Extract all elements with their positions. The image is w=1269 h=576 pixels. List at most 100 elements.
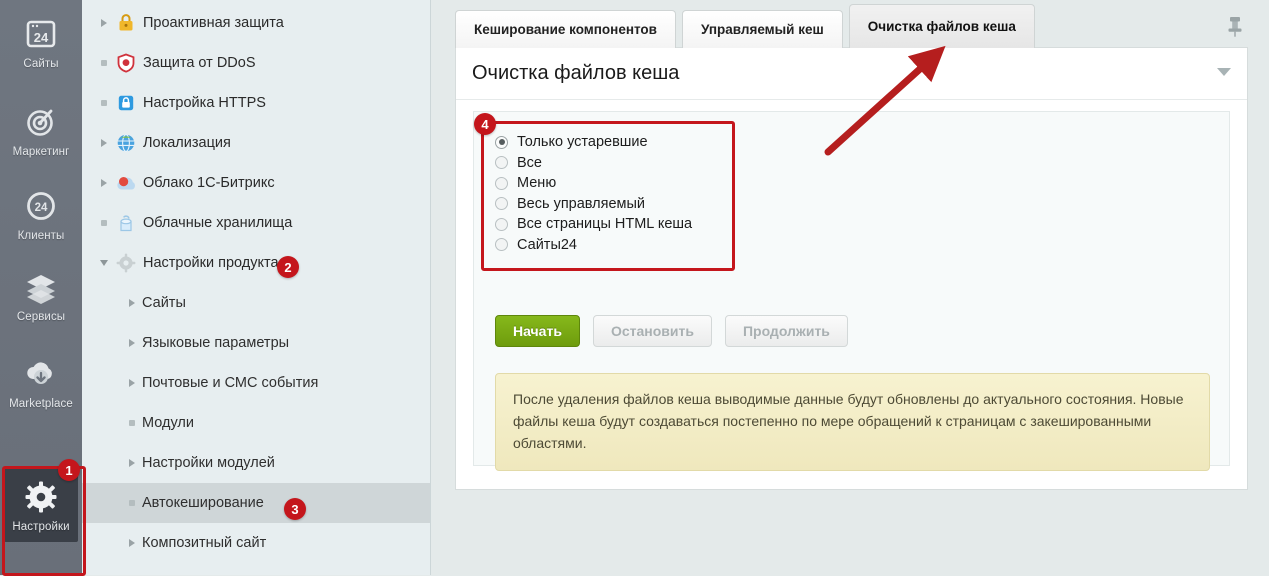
left-icon-rail: 24 Сайты Маркетинг 24 Клиенты Сервисы Marketpl… xyxy=(0,0,82,575)
cloud-storage-icon xyxy=(114,212,138,234)
tree-toggle-icon[interactable] xyxy=(94,19,114,27)
tree-item-label: Настройки продукта xyxy=(143,255,279,271)
tree-item-label: Почтовые и СМС события xyxy=(142,375,318,391)
main-content-area: Кеширование компонентов Управляемый кеш Оч… xyxy=(431,0,1269,575)
tab-2-active[interactable]: Очистка файлов кеша xyxy=(849,4,1035,48)
rail-item-4[interactable]: Marketplace xyxy=(0,345,82,419)
lock-icon xyxy=(114,12,138,34)
info-note-text: После удаления файлов кеша выводимые дан… xyxy=(513,388,1192,454)
tree-item-5[interactable]: Облачные хранилища xyxy=(82,203,430,243)
tab-0[interactable]: Кеширование компонентов xyxy=(455,10,676,48)
action-buttons: Начать Остановить Продолжить xyxy=(495,315,861,347)
tree-item-2[interactable]: Настройка HTTPS xyxy=(82,83,430,123)
tree-item-13[interactable]: Композитный сайт xyxy=(82,523,430,563)
tree-toggle-icon[interactable] xyxy=(122,339,142,347)
radio-button[interactable] xyxy=(495,238,508,251)
tree-item-label: Настройка HTTPS xyxy=(143,95,266,111)
radio-button[interactable] xyxy=(495,136,508,149)
tree-item-11[interactable]: Настройки модулей xyxy=(82,443,430,483)
rail-item-1[interactable]: Маркетинг xyxy=(0,93,82,167)
tree-toggle-icon[interactable] xyxy=(122,459,142,467)
tab-bar: Кеширование компонентов Управляемый кеш Оч… xyxy=(455,8,1041,48)
tree-toggle-icon[interactable] xyxy=(122,420,142,426)
tree-toggle-icon[interactable] xyxy=(122,299,142,307)
radio-label: Меню xyxy=(517,175,556,191)
annotation-badge-2: 2 xyxy=(277,256,299,278)
tab-label: Кеширование компонентов xyxy=(474,22,657,37)
tree-item-label: Облако 1С-Битрикс xyxy=(143,175,275,191)
cache-clear-card: Очистка файлов кеша Только устаревшие Все… xyxy=(455,47,1248,490)
tree-toggle-icon[interactable] xyxy=(94,260,114,266)
tree-toggle-icon[interactable] xyxy=(122,539,142,547)
chevron-down-icon[interactable] xyxy=(1217,68,1231,76)
rail-item-label: Сайты xyxy=(23,58,58,70)
tree-toggle-icon[interactable] xyxy=(94,100,114,106)
radio-label: Все страницы HTML кеша xyxy=(517,216,692,232)
tree-item-4[interactable]: Облако 1С-Битрикс xyxy=(82,163,430,203)
annotation-badge-4: 4 xyxy=(474,113,496,135)
tree-toggle-icon[interactable] xyxy=(122,379,142,387)
tree-item-label: Защита от DDoS xyxy=(143,55,256,71)
button-0[interactable]: Начать xyxy=(495,315,580,347)
card-header: Очистка файлов кеша xyxy=(456,48,1247,100)
radio-option-2[interactable]: Меню xyxy=(495,173,692,194)
svg-text:24: 24 xyxy=(35,202,48,214)
tree-item-label: Проактивная защита xyxy=(143,15,284,31)
tree-item-10[interactable]: Модули xyxy=(82,403,430,443)
radio-label: Все xyxy=(517,155,542,171)
https-lock-icon xyxy=(114,92,138,114)
radio-option-5[interactable]: Сайты24 xyxy=(495,235,692,256)
card-inner-panel: Только устаревшие Все Меню Весь управляемый… xyxy=(473,111,1230,466)
rail-item-0[interactable]: 24 Сайты xyxy=(0,5,82,79)
tab-1[interactable]: Управляемый кеш xyxy=(682,10,843,48)
rail-item-label: Клиенты xyxy=(18,230,65,242)
tree-item-label: Облачные хранилища xyxy=(143,215,292,231)
radio-label: Только устаревшие xyxy=(517,134,648,150)
settings-tree-panel: Проактивная защита Защита от DDoS Настройк… xyxy=(82,0,431,575)
radio-option-0[interactable]: Только устаревшие xyxy=(495,132,692,153)
marketing-target-icon xyxy=(20,101,62,143)
radio-button[interactable] xyxy=(495,156,508,169)
tree-item-3[interactable]: Локализация xyxy=(82,123,430,163)
tab-label: Управляемый кеш xyxy=(701,22,824,37)
radio-button[interactable] xyxy=(495,197,508,210)
radio-button[interactable] xyxy=(495,177,508,190)
tree-item-9[interactable]: Почтовые и СМС события xyxy=(82,363,430,403)
button-1: Остановить xyxy=(593,315,712,347)
button-label: Продолжить xyxy=(743,323,830,339)
tree-item-8[interactable]: Языковые параметры xyxy=(82,323,430,363)
shield-icon xyxy=(114,52,138,74)
radio-option-1[interactable]: Все xyxy=(495,153,692,174)
tree-item-label: Локализация xyxy=(143,135,231,151)
tree-toggle-icon[interactable] xyxy=(94,179,114,187)
rail-item-label: Маркетинг xyxy=(13,146,70,158)
settings-gear-icon xyxy=(20,476,62,518)
tree-item-label: Сайты xyxy=(142,295,186,311)
sites-24-icon: 24 xyxy=(20,13,62,55)
page-title: Очистка файлов кеша xyxy=(472,62,679,85)
tree-toggle-icon[interactable] xyxy=(122,500,142,506)
tree-item-1[interactable]: Защита от DDoS xyxy=(82,43,430,83)
rail-item-label: Marketplace xyxy=(9,398,73,410)
radio-label: Весь управляемый xyxy=(517,196,645,212)
tree-toggle-icon[interactable] xyxy=(94,139,114,147)
tree-item-0[interactable]: Проактивная защита xyxy=(82,3,430,43)
radio-option-4[interactable]: Все страницы HTML кеша xyxy=(495,214,692,235)
tree-item-12[interactable]: Автокеширование xyxy=(82,483,430,523)
tree-item-7[interactable]: Сайты xyxy=(82,283,430,323)
rail-item-2[interactable]: 24 Клиенты xyxy=(0,177,82,251)
pushpin-icon[interactable] xyxy=(1224,14,1246,38)
product-gear-icon xyxy=(114,252,138,274)
clients-24-icon: 24 xyxy=(20,185,62,227)
tree-item-label: Автокеширование xyxy=(142,495,264,511)
tab-label: Очистка файлов кеша xyxy=(868,19,1016,34)
tree-item-6[interactable]: Настройки продукта xyxy=(82,243,430,283)
tree-item-label: Настройки модулей xyxy=(142,455,275,471)
annotation-badge-3: 3 xyxy=(284,498,306,520)
tree-item-label: Языковые параметры xyxy=(142,335,289,351)
radio-button[interactable] xyxy=(495,218,508,231)
tree-toggle-icon[interactable] xyxy=(94,220,114,226)
tree-toggle-icon[interactable] xyxy=(94,60,114,66)
rail-item-3[interactable]: Сервисы xyxy=(0,258,82,332)
radio-option-3[interactable]: Весь управляемый xyxy=(495,194,692,215)
